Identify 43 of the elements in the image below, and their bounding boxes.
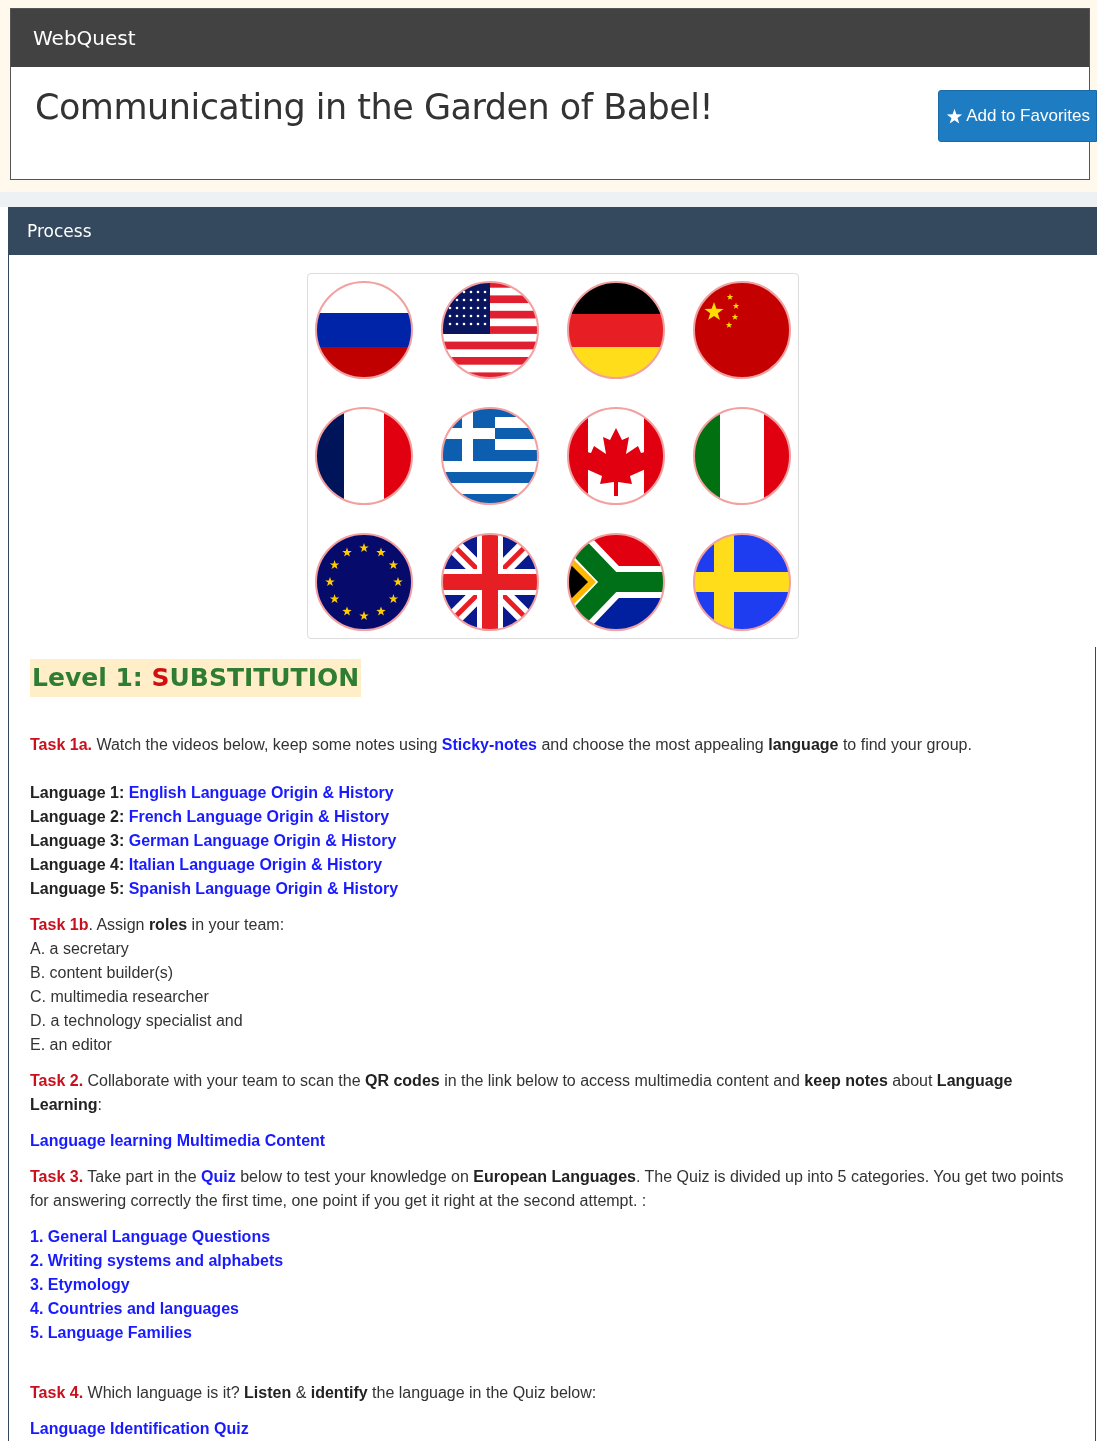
link[interactable]: 3. Etymology bbox=[30, 1276, 130, 1293]
link[interactable]: Spanish Language Origin & History bbox=[128, 880, 399, 897]
brand-name: WebQuest bbox=[33, 26, 136, 50]
france-flag-icon bbox=[314, 406, 414, 506]
usa-flag-icon bbox=[440, 280, 540, 380]
link[interactable]: German Language Origin & History bbox=[128, 832, 397, 849]
link[interactable]: Sticky-notes bbox=[441, 736, 537, 753]
link[interactable]: Language Identification Quiz bbox=[30, 1420, 249, 1437]
language-label: Language 3: bbox=[30, 832, 125, 849]
link[interactable]: Italian Language Origin & History bbox=[128, 856, 383, 873]
task-text: Task 2. Collaborate with your team to scan the QR codes in the link below to access multimedia content and keep notes about Language Learning: bbox=[30, 1071, 1014, 1115]
add-to-favorites-button[interactable]: Add to Favorites bbox=[938, 90, 1097, 142]
language-label: Language 2: bbox=[30, 808, 125, 825]
link[interactable]: 4. Countries and languages bbox=[30, 1300, 239, 1317]
role-item: E. an editor bbox=[30, 1035, 113, 1055]
link[interactable]: Language learning Multimedia Content bbox=[30, 1132, 326, 1149]
level-heading: Level 1: SUBSTITUTION bbox=[30, 659, 362, 697]
role-item: A. a secretary bbox=[30, 939, 130, 959]
link[interactable]: 5. Language Families bbox=[30, 1324, 192, 1341]
page-title: Communicating in the Garden of Babel! bbox=[35, 87, 714, 127]
task-text: Task 3. Take part in the Quiz below to test your knowledge on European Languages. The Quiz is divided up into 5 categories. You get two points for answering correctly the first time, one point if you get it right at the second attempt. : bbox=[30, 1167, 1065, 1211]
star-icon bbox=[946, 107, 964, 125]
task-text: Task 1b. Assign roles in your team: bbox=[30, 915, 286, 935]
language-label: Language 1: bbox=[30, 784, 126, 801]
germany-flag-icon bbox=[566, 280, 666, 380]
role-item: D. a technology specialist and bbox=[30, 1011, 244, 1031]
language-label: Language 5: bbox=[30, 880, 125, 897]
role-item: B. content builder(s) bbox=[30, 963, 175, 983]
task-text: Task 4. Which language is it? Listen & identify the language in the Quiz below: bbox=[30, 1383, 598, 1403]
link[interactable]: 2. Writing systems and alphabets bbox=[30, 1252, 284, 1269]
role-item: C. multimedia researcher bbox=[30, 987, 210, 1007]
greece-flag-icon bbox=[440, 406, 540, 506]
link[interactable]: French Language Origin & History bbox=[128, 808, 390, 825]
link[interactable]: English Language Origin & History bbox=[128, 784, 394, 801]
link[interactable]: Quiz bbox=[201, 1168, 236, 1185]
language-label: Language 4: bbox=[30, 856, 125, 873]
russia-flag-icon bbox=[314, 280, 414, 380]
panel-title: Process bbox=[27, 221, 92, 241]
task-text: Task 1a. Watch the videos below, keep some notes using Sticky-notes and choose the most appealing language to find your group. bbox=[30, 735, 973, 755]
canada-flag-icon bbox=[566, 406, 666, 506]
italy-flag-icon bbox=[692, 406, 792, 506]
link[interactable]: 1. General Language Questions bbox=[30, 1228, 271, 1245]
south-africa-flag-icon bbox=[566, 532, 666, 632]
